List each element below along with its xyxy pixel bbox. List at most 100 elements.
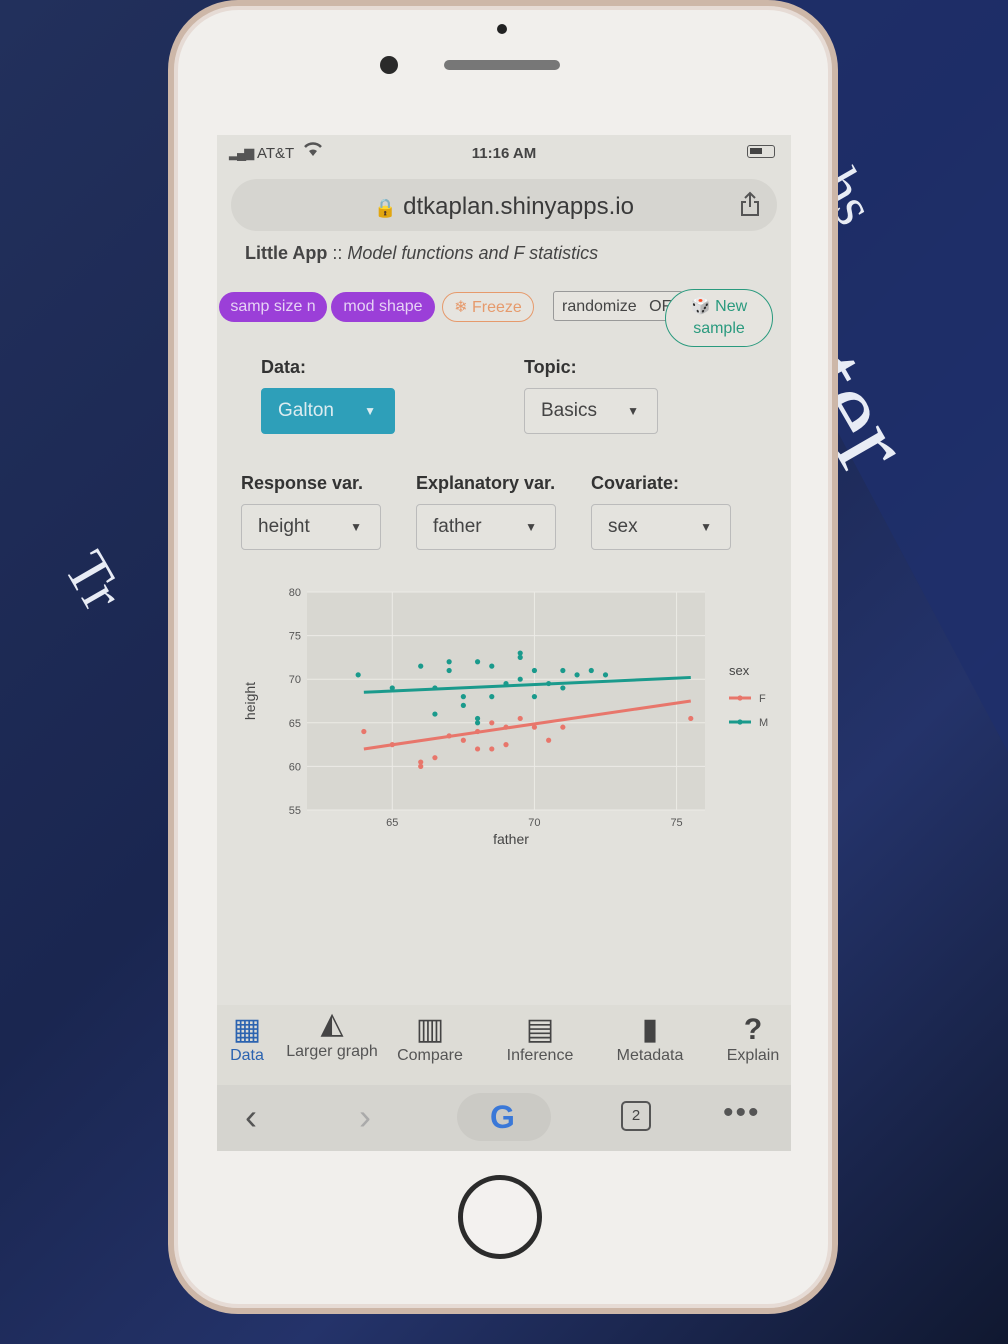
data-point-m <box>418 663 424 669</box>
browser-nav-bar: ‹ › G 2 ••• <box>217 1085 791 1151</box>
response-select[interactable]: height ▼ <box>241 504 381 550</box>
explanatory-label: Explanatory var. <box>416 473 556 493</box>
x-axis-label: father <box>493 831 529 847</box>
app-title-separator: :: <box>332 243 343 263</box>
samp-size-button[interactable]: samp size n <box>219 292 327 322</box>
forward-icon[interactable]: › <box>359 1097 371 1137</box>
legend-label-f: F <box>759 693 766 705</box>
chevron-down-icon: ▼ <box>627 404 639 418</box>
y-tick-label: 60 <box>289 761 301 773</box>
data-point-m <box>531 694 538 700</box>
tab-data-label: Data <box>230 1047 264 1064</box>
google-search-button[interactable]: G <box>457 1093 551 1141</box>
front-sensor <box>497 24 507 34</box>
data-label: Data: <box>261 357 307 377</box>
covariate-select[interactable]: sex ▼ <box>591 504 731 550</box>
data-point-m <box>560 667 566 674</box>
chevron-down-icon: ▼ <box>364 404 376 418</box>
data-select[interactable]: Galton ▼ <box>261 388 395 434</box>
bottom-tab-bar: ▦ Data ◭ Larger graph ▥ Compare ▤ Infere… <box>217 1005 791 1085</box>
data-select-value: Galton <box>278 400 334 421</box>
data-point-m <box>355 672 361 678</box>
area-chart-icon: ◭ <box>320 1007 344 1040</box>
covariate-label: Covariate: <box>591 473 680 493</box>
app-title: Little App :: Model functions and F stat… <box>245 243 598 264</box>
data-point-m <box>489 663 495 669</box>
phone-screen: ▂▄▆ AT&T 11:16 AM 🔒 dtkaplan.shinyapps.i… <box>217 135 791 1151</box>
map-icon: ▥ <box>415 1013 445 1046</box>
data-point-f <box>432 755 438 761</box>
url-text: 🔒 dtkaplan.shinyapps.io <box>231 193 777 221</box>
data-point-m <box>474 715 481 722</box>
earpiece-speaker <box>444 60 560 70</box>
tab-metadata[interactable]: ▮ Metadata <box>600 1013 700 1065</box>
randomize-toggle[interactable]: randomize OF <box>553 291 683 321</box>
address-bar[interactable]: 🔒 dtkaplan.shinyapps.io <box>231 179 777 231</box>
data-point-m <box>560 685 566 691</box>
data-point-f <box>489 720 495 726</box>
plot-panel <box>307 592 705 810</box>
data-point-m <box>460 694 466 700</box>
data-point-m <box>517 676 523 682</box>
legend-label-m: M <box>759 717 768 729</box>
randomize-label: randomize <box>562 298 637 315</box>
mod-shape-button[interactable]: mod shape <box>331 292 435 322</box>
data-point-f <box>474 746 481 752</box>
data-point-f <box>688 715 694 722</box>
calculator-icon: ▤ <box>525 1013 555 1046</box>
new-sample-button[interactable]: 🎲 New sample <box>665 289 773 347</box>
data-point-m <box>446 667 452 674</box>
x-tick-label: 70 <box>528 817 540 829</box>
topic-select[interactable]: Basics ▼ <box>524 388 658 434</box>
covariate-select-value: sex <box>608 516 638 537</box>
data-point-m <box>489 694 495 700</box>
data-point-f <box>361 728 367 735</box>
tab-explain[interactable]: ? Explain <box>703 1013 791 1065</box>
data-point-f <box>503 742 509 748</box>
snowflake-icon: ❄ <box>454 299 468 316</box>
y-tick-label: 75 <box>289 631 301 643</box>
share-icon[interactable] <box>739 191 761 222</box>
x-tick-label: 75 <box>670 817 682 829</box>
data-point-m <box>474 659 481 665</box>
status-bar: ▂▄▆ AT&T 11:16 AM <box>217 135 791 171</box>
data-point-f <box>460 737 466 743</box>
front-camera <box>380 56 398 74</box>
x-tick-label: 65 <box>386 817 398 829</box>
data-point-m <box>574 672 580 678</box>
tab-inference[interactable]: ▤ Inference <box>490 1013 590 1065</box>
tabs-button[interactable]: 2 <box>621 1101 651 1131</box>
topic-select-value: Basics <box>541 400 597 421</box>
response-label: Response var. <box>241 473 364 493</box>
data-point-m <box>602 672 609 678</box>
tab-inference-label: Inference <box>506 1047 574 1064</box>
tab-larger-graph-label: Larger graph <box>286 1043 378 1060</box>
data-point-f <box>517 715 523 722</box>
tab-larger-graph[interactable]: ◭ Larger graph <box>282 1007 382 1063</box>
data-point-m <box>531 667 538 674</box>
tab-compare[interactable]: ▥ Compare <box>380 1013 480 1065</box>
home-button[interactable] <box>458 1175 542 1259</box>
chevron-down-icon: ▼ <box>350 520 362 534</box>
more-icon[interactable]: ••• <box>723 1093 761 1133</box>
freeze-button[interactable]: ❄ Freeze <box>442 292 534 322</box>
y-tick-label: 55 <box>289 805 301 817</box>
data-point-m <box>588 667 594 674</box>
google-icon: G <box>490 1099 515 1135</box>
tab-explain-label: Explain <box>726 1047 780 1064</box>
data-point-m <box>460 702 466 708</box>
clock-label: 11:16 AM <box>471 145 537 162</box>
lock-icon: 🔒 <box>374 198 397 218</box>
scatter-plot: 55 60 65 70 75 80 65 70 75 father height sex FM <box>242 587 768 847</box>
explanatory-select-value: father <box>433 516 482 537</box>
book-icon: ▮ <box>641 1013 659 1046</box>
back-icon[interactable]: ‹ <box>245 1097 257 1137</box>
data-point-f <box>546 737 552 743</box>
data-point-f <box>418 763 424 769</box>
dice-icon: 🎲 <box>690 298 711 315</box>
data-point-m <box>517 654 523 660</box>
data-point-f <box>489 746 495 752</box>
explanatory-select[interactable]: father ▼ <box>416 504 556 550</box>
data-point-m <box>432 711 438 717</box>
chevron-down-icon: ▼ <box>525 520 537 534</box>
